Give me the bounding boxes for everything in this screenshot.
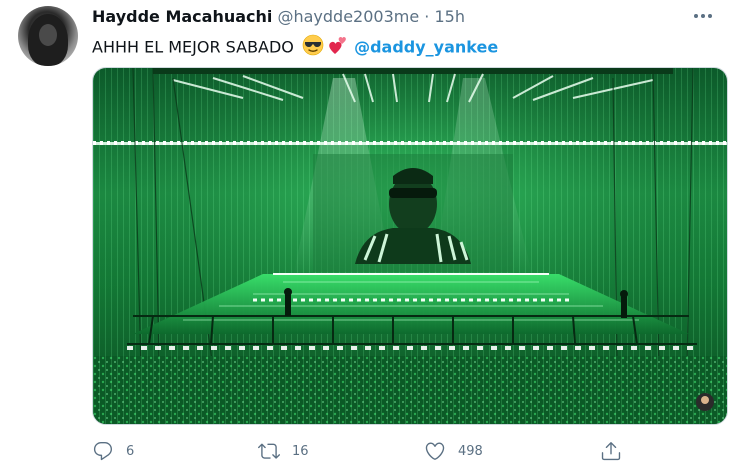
tweet-header: Haydde Macahuachi @haydde2003me · 15h xyxy=(92,7,465,27)
concert-stage-image xyxy=(93,68,727,424)
like-count: 498 xyxy=(458,443,483,459)
avatar[interactable] xyxy=(18,6,78,66)
tweet-body: AHHH EL MEJOR SABADO xyxy=(92,37,294,57)
retweet-icon xyxy=(258,443,280,459)
timestamp[interactable]: 15h xyxy=(434,7,465,26)
tweet-actions: 6 16 498 xyxy=(92,438,652,464)
tweet-photo[interactable] xyxy=(92,67,728,425)
user-handle[interactable]: @haydde2003me xyxy=(277,7,419,26)
reply-button[interactable]: 6 xyxy=(92,438,134,464)
share-button[interactable] xyxy=(600,438,622,464)
separator-dot: · xyxy=(424,7,430,26)
tweet-text: AHHH EL MEJOR SABADO @daddy_yankee xyxy=(92,34,498,62)
smiling-face-with-sunglasses-icon xyxy=(302,34,324,62)
reply-count: 6 xyxy=(126,443,135,459)
like-button[interactable]: 498 xyxy=(424,438,483,464)
retweet-count: 16 xyxy=(292,443,309,459)
tweet[interactable]: Haydde Macahuachi @haydde2003me · 15h AH… xyxy=(0,0,733,476)
more-icon xyxy=(694,14,712,18)
share-icon xyxy=(601,442,621,461)
more-options-button[interactable] xyxy=(691,6,715,26)
retweet-button[interactable]: 16 xyxy=(258,438,309,464)
two-hearts-icon xyxy=(327,34,349,62)
display-name[interactable]: Haydde Macahuachi xyxy=(92,7,272,26)
mention-link[interactable]: @daddy_yankee xyxy=(354,38,498,57)
avatar-face xyxy=(39,24,57,46)
heart-icon xyxy=(425,442,445,460)
reply-icon xyxy=(93,442,113,461)
